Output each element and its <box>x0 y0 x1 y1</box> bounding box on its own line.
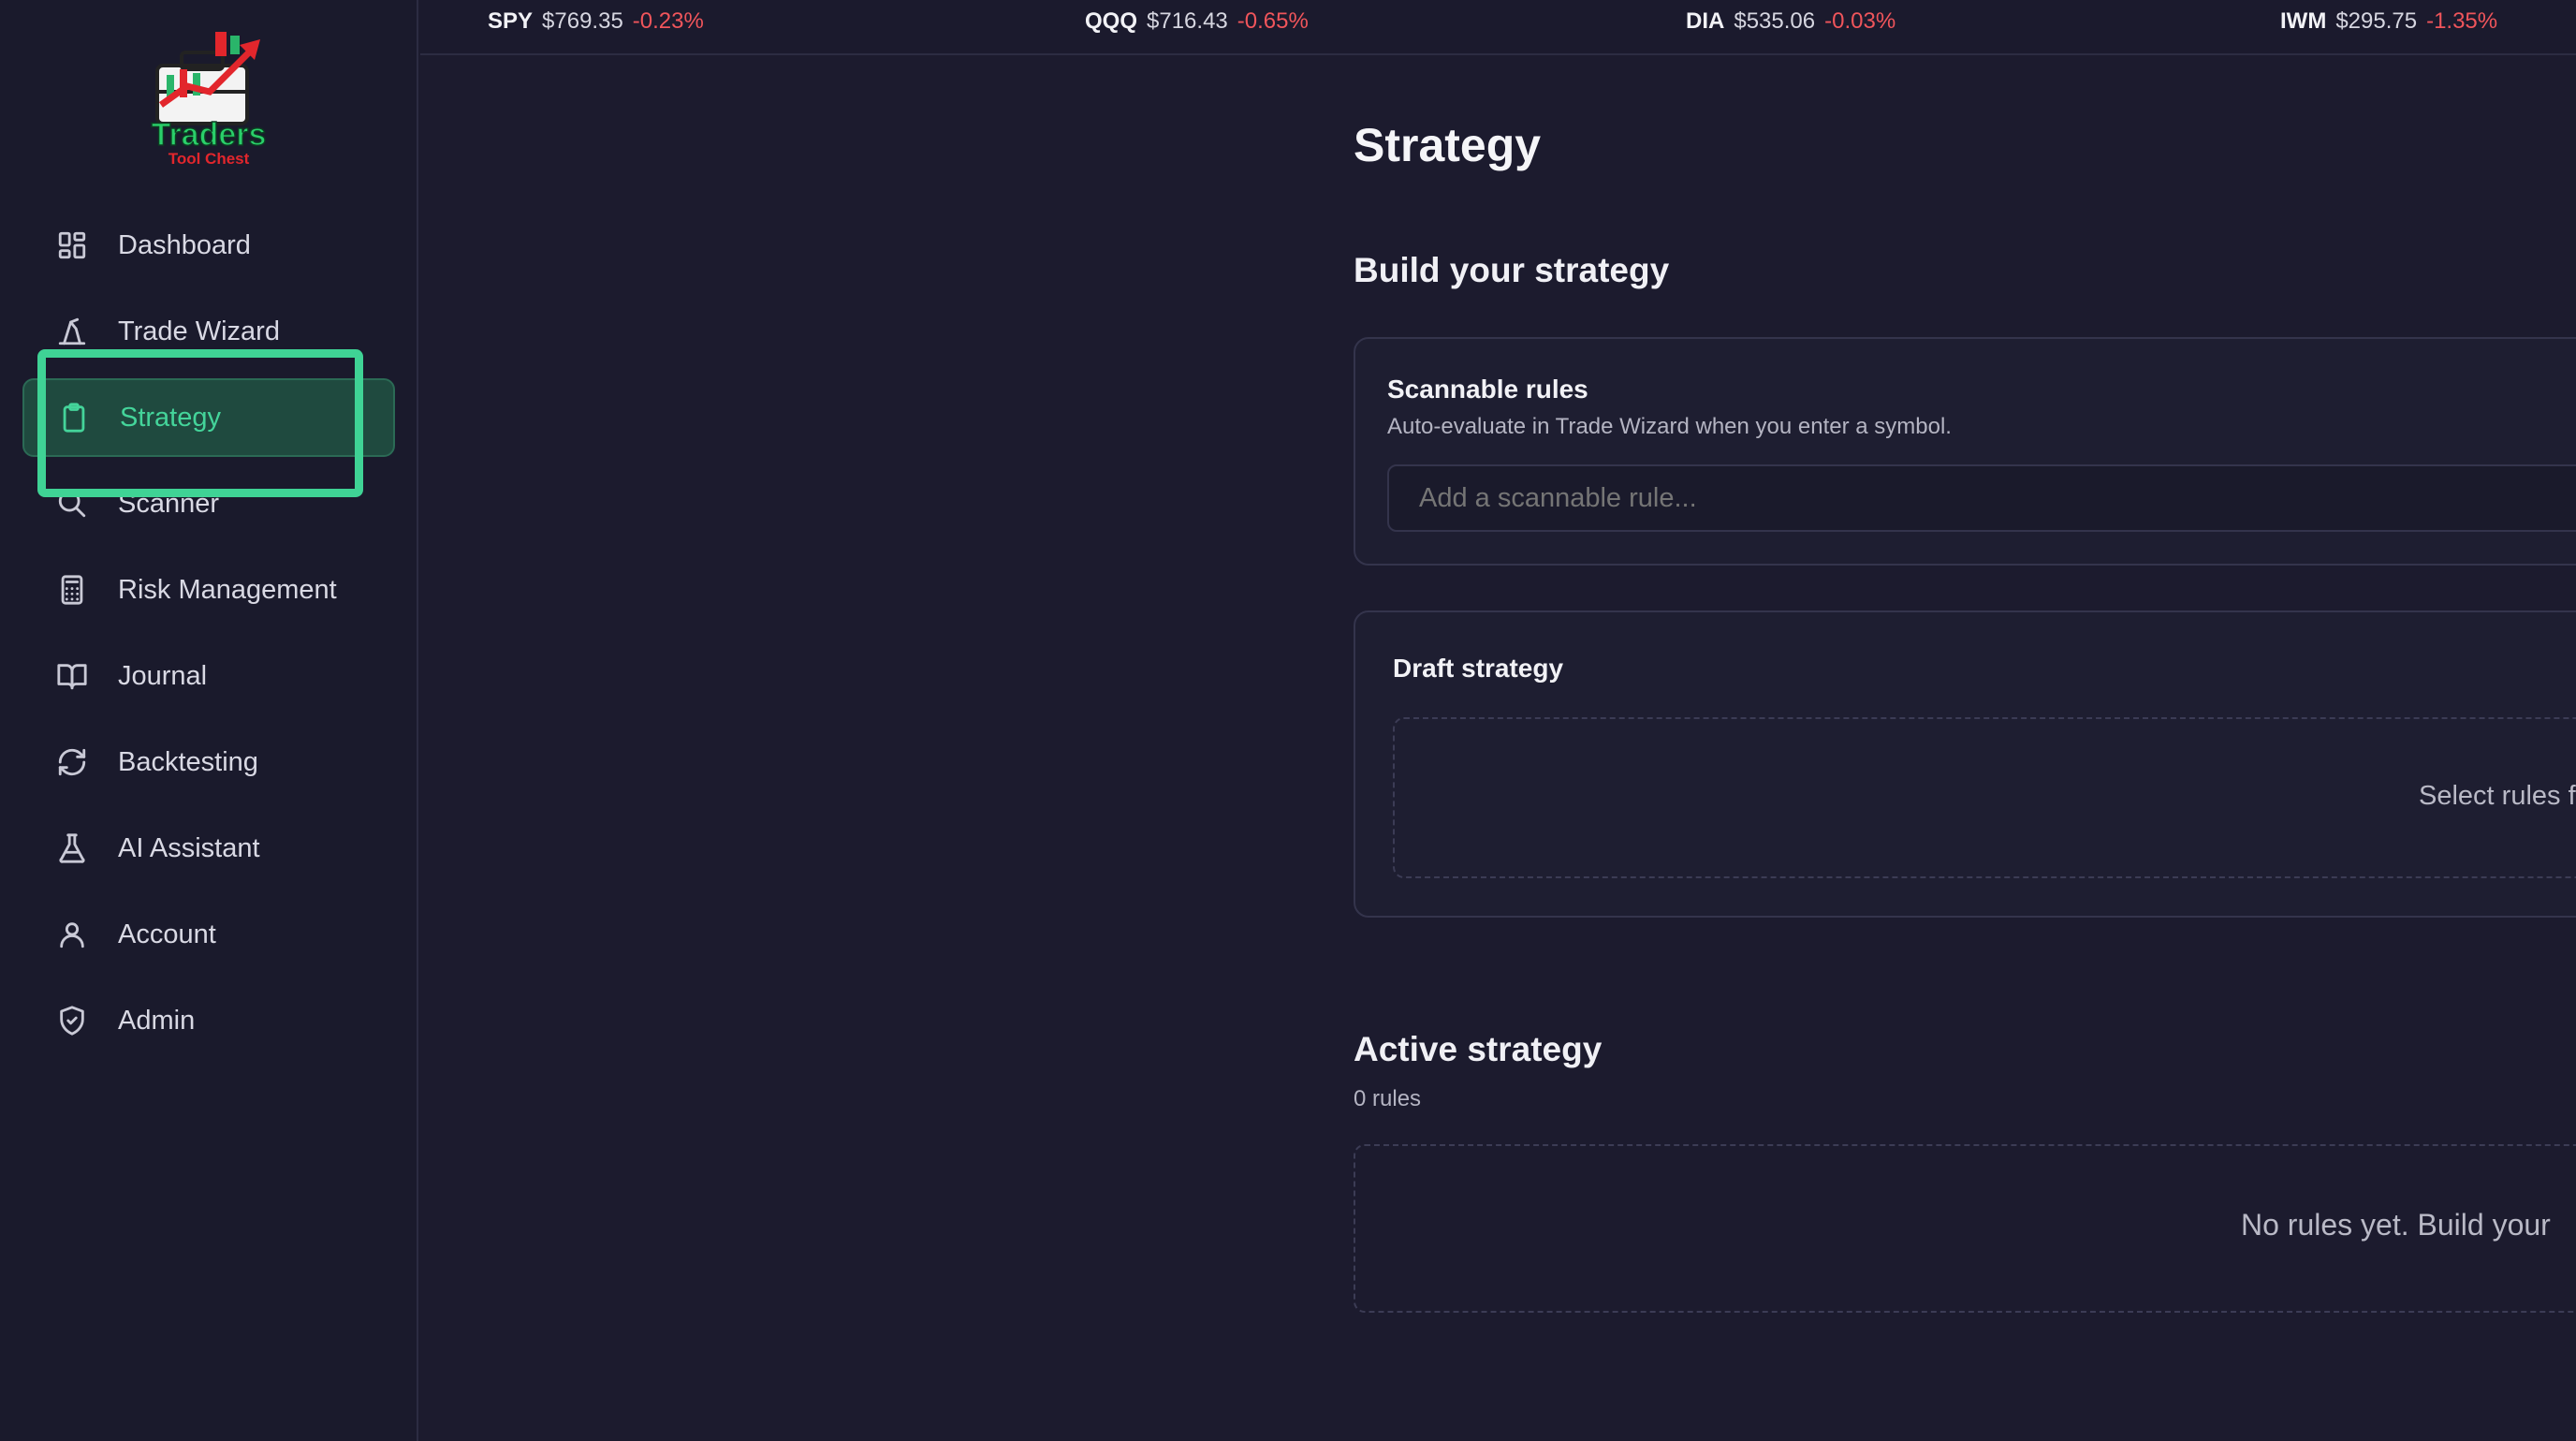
sidebar-item-label: Admin <box>118 1005 196 1036</box>
calculator-icon <box>56 574 88 606</box>
sidebar-item-backtesting[interactable]: Backtesting <box>22 723 395 801</box>
shield-icon <box>56 1005 88 1037</box>
sidebar-item-journal[interactable]: Journal <box>22 637 395 715</box>
flask-icon <box>56 832 88 864</box>
page-title: Strategy <box>1354 119 1542 171</box>
sidebar-item-trade-wizard[interactable]: Trade Wizard <box>22 292 395 371</box>
draft-strategy-title: Draft strategy <box>1393 654 1564 683</box>
sidebar-item-label: Strategy <box>120 402 221 433</box>
sidebar-item-risk-management[interactable]: Risk Management <box>22 551 395 629</box>
ticker-symbol: SPY <box>488 8 534 34</box>
scannable-rules-subtitle: Auto-evaluate in Trade Wizard when you e… <box>1387 414 1952 439</box>
ticker-change: -0.65% <box>1237 8 1309 34</box>
sidebar-item-account[interactable]: Account <box>22 895 395 974</box>
traders-tool-chest-logo[interactable]: Traders Tool Chest <box>140 26 277 169</box>
scannable-rules-card: Scannable rules Auto-evaluate in Trade W… <box>1354 337 2576 566</box>
wizard-hat-icon <box>56 316 88 347</box>
scannable-rules-title: Scannable rules <box>1387 375 1588 404</box>
draft-strategy-card: Draft strategy Select rules f <box>1354 610 2576 918</box>
sidebar-item-label: Journal <box>118 660 208 691</box>
sidebar-item-label: Dashboard <box>118 229 251 260</box>
sidebar-nav: Dashboard Trade Wizard Strategy Scanner <box>22 206 395 1067</box>
sidebar-item-label: Account <box>118 919 216 949</box>
svg-text:Tool Chest: Tool Chest <box>168 150 250 168</box>
book-open-icon <box>56 660 88 692</box>
svg-text:Traders: Traders <box>152 117 267 153</box>
sidebar-item-strategy[interactable]: Strategy <box>22 378 395 457</box>
scannable-rule-input[interactable] <box>1387 464 2576 532</box>
sidebar-item-admin[interactable]: Admin <box>22 981 395 1060</box>
user-icon <box>56 919 88 950</box>
refresh-icon <box>56 746 88 778</box>
active-strategy-heading: Active strategy <box>1354 1030 1603 1068</box>
grid-icon <box>56 229 88 261</box>
sidebar-item-label: Backtesting <box>118 746 258 777</box>
app-root: Traders Tool Chest Dashboard Trade Wizar… <box>0 0 2576 1441</box>
build-strategy-heading: Build your strategy <box>1354 251 1670 289</box>
active-rule-count: 0 rules <box>1354 1086 1422 1111</box>
draft-placeholder-text: Select rules f <box>2419 781 2576 811</box>
ticker-item-spy[interactable]: SPY $769.35 -0.23% <box>488 8 704 35</box>
sidebar-item-label: Risk Management <box>118 574 337 605</box>
ticker-price: $769.35 <box>542 8 623 34</box>
search-icon <box>56 488 88 520</box>
clipboard-icon <box>58 402 90 434</box>
sidebar-item-scanner[interactable]: Scanner <box>22 464 395 543</box>
sidebar-item-dashboard[interactable]: Dashboard <box>22 206 395 285</box>
sidebar-item-label: Scanner <box>118 488 220 519</box>
ticker-item-qqq[interactable]: QQQ $716.43 -0.65% <box>1085 8 1309 35</box>
sidebar-item-ai-assistant[interactable]: AI Assistant <box>22 809 395 888</box>
active-rules-empty-state: No rules yet. Build your <box>1354 1144 2576 1313</box>
empty-state-text: No rules yet. Build your <box>2241 1208 2551 1242</box>
draft-rules-dropzone[interactable]: Select rules f <box>1393 717 2576 878</box>
main-content: Strategy Build your strategy Scannable r… <box>1354 0 2576 1441</box>
sidebar: Traders Tool Chest Dashboard Trade Wizar… <box>0 0 418 1441</box>
ticker-price: $716.43 <box>1147 8 1228 34</box>
sidebar-item-label: Trade Wizard <box>118 316 280 346</box>
sidebar-item-label: AI Assistant <box>118 832 260 863</box>
ticker-symbol: QQQ <box>1085 8 1138 34</box>
ticker-change: -0.23% <box>632 8 704 34</box>
